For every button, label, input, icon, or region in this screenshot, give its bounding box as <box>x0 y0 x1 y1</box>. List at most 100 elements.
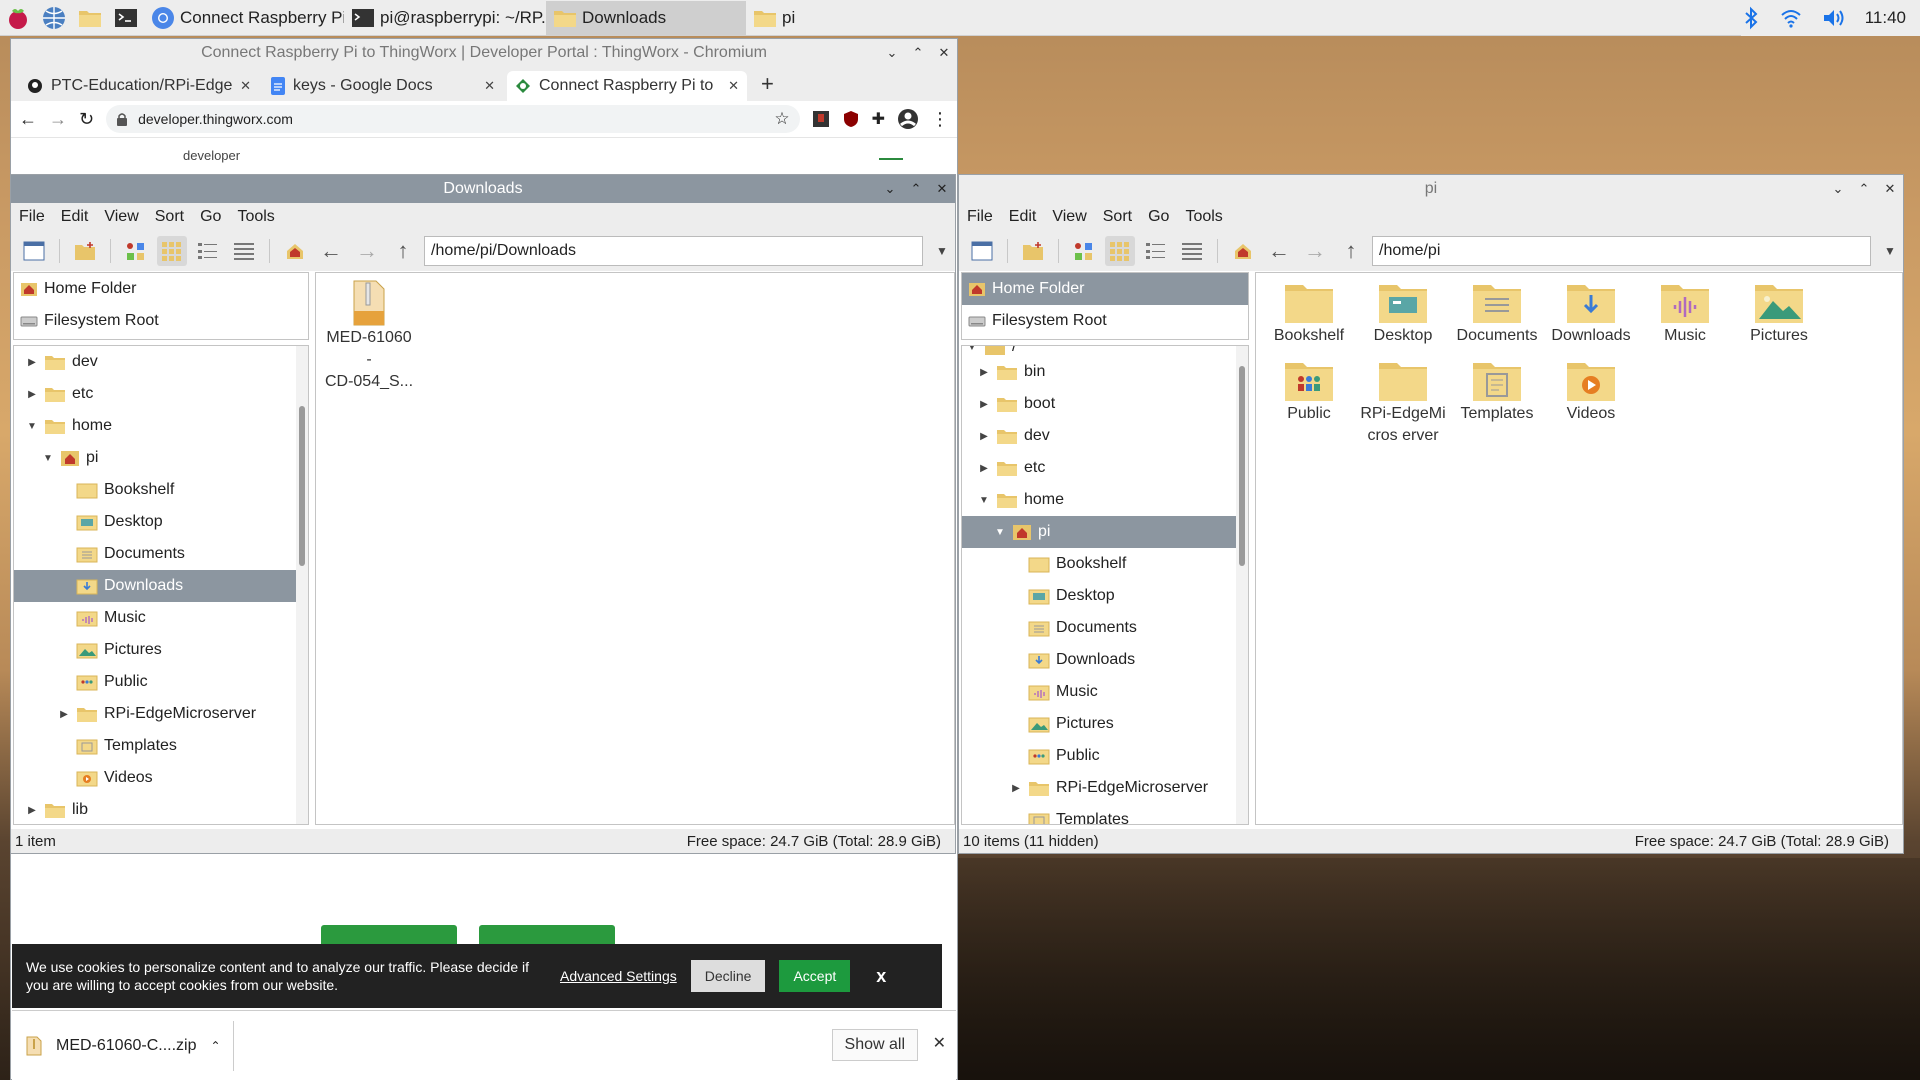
tab-thingworx[interactable]: Connect Raspberry Pi to ✕ <box>507 71 747 101</box>
tree-item-documents[interactable]: Documents <box>14 538 308 570</box>
back-arrow-icon[interactable]: ← <box>1264 236 1294 266</box>
thumbnail-view-icon[interactable] <box>1105 236 1135 266</box>
tree-item-home[interactable]: ▼ home <box>14 410 308 442</box>
ublock-icon[interactable] <box>842 110 860 128</box>
place-home-folder[interactable]: Home Folder <box>962 273 1248 305</box>
task-chromium[interactable]: Connect Raspberry Pi... <box>144 1 344 35</box>
minimize-button[interactable]: ⌄ <box>883 181 897 197</box>
place-filesystem-root[interactable]: Filesystem Root <box>14 305 308 337</box>
task-downloads[interactable]: Downloads <box>546 0 746 35</box>
wifi-icon[interactable] <box>1779 6 1803 30</box>
place-home-folder[interactable]: Home Folder <box>14 273 308 305</box>
raspberry-menu-icon[interactable] <box>0 0 36 36</box>
chrome-menu-icon[interactable]: ⋮ <box>931 109 949 130</box>
tree-item-rpi-edgemicroserver[interactable]: ▶ RPi-EdgeMicroserver <box>14 698 308 730</box>
chevron-up-icon[interactable]: ⌃ <box>211 1039 221 1053</box>
advanced-settings-link[interactable]: Advanced Settings <box>560 968 677 984</box>
file-bookshelf[interactable]: Bookshelf <box>1264 279 1354 347</box>
new-window-icon[interactable] <box>19 236 49 266</box>
bluetooth-icon[interactable] <box>1741 6 1761 30</box>
up-arrow-icon[interactable]: ↑ <box>388 236 418 266</box>
forward-icon[interactable]: → <box>49 109 67 130</box>
tree-item-downloads[interactable]: Downloads <box>14 570 308 602</box>
tree-item-home[interactable]: ▼ home <box>962 484 1248 516</box>
file-desktop[interactable]: Desktop <box>1358 279 1448 347</box>
tree-item-documents[interactable]: Documents <box>962 612 1248 644</box>
home-icon[interactable] <box>280 236 310 266</box>
tree-item-desktop[interactable]: Desktop <box>962 580 1248 612</box>
tree-item-boot[interactable]: ▶ boot <box>962 388 1248 420</box>
tree-item-bookshelf[interactable]: Bookshelf <box>14 474 308 506</box>
menu-sort[interactable]: Sort <box>1103 208 1132 226</box>
tree-item-lib[interactable]: ▶ lib <box>14 794 308 824</box>
tab-close-icon[interactable]: ✕ <box>484 78 495 94</box>
cookie-close-button[interactable]: x <box>876 966 886 987</box>
extensions-puzzle-icon[interactable]: ✚ <box>872 109 885 129</box>
clock[interactable]: 11:40 <box>1865 8 1906 28</box>
close-button[interactable]: ✕ <box>1883 181 1897 197</box>
file-public[interactable]: Public <box>1264 357 1354 425</box>
tree-item-public[interactable]: Public <box>14 666 308 698</box>
tree-item-rpi-edgemicroserver[interactable]: ▶ RPi-EdgeMicroserver <box>962 772 1248 804</box>
volume-icon[interactable] <box>1821 6 1847 30</box>
fm-titlebar[interactable]: Downloads ⌄ ⌃ ✕ <box>11 175 955 203</box>
icon-view-icon[interactable] <box>121 236 151 266</box>
tree-item-etc[interactable]: ▶ etc <box>962 452 1248 484</box>
tab-github[interactable]: PTC-Education/RPi-Edge ✕ <box>19 71 259 101</box>
menu-go[interactable]: Go <box>200 208 221 226</box>
page-next-button[interactable] <box>479 925 615 945</box>
minimize-button[interactable]: ⌄ <box>885 45 899 61</box>
tree-item-videos[interactable]: Videos <box>14 762 308 794</box>
file-downloads[interactable]: Downloads <box>1546 279 1636 347</box>
file-documents[interactable]: Documents <box>1452 279 1542 347</box>
file-music[interactable]: Music <box>1640 279 1730 347</box>
menu-view[interactable]: View <box>1052 208 1086 226</box>
menu-tools[interactable]: Tools <box>1185 208 1222 226</box>
maximize-button[interactable]: ⌃ <box>909 181 923 197</box>
tree-item-pictures[interactable]: Pictures <box>962 708 1248 740</box>
thumbnail-view-icon[interactable] <box>157 236 187 266</box>
new-window-icon[interactable] <box>967 236 997 266</box>
forward-arrow-icon[interactable]: → <box>1300 236 1330 266</box>
maximize-button[interactable]: ⌃ <box>911 45 925 61</box>
icon-view-icon[interactable] <box>1069 236 1099 266</box>
terminal-launcher-icon[interactable] <box>108 0 144 36</box>
menu-go[interactable]: Go <box>1148 208 1169 226</box>
home-icon[interactable] <box>1228 236 1258 266</box>
file-pictures[interactable]: Pictures <box>1734 279 1824 347</box>
tree-item-root[interactable]: ▼ / <box>962 346 1248 356</box>
tree-item-pi[interactable]: ▼ pi <box>14 442 308 474</box>
bookmark-star-icon[interactable]: ☆ <box>774 109 789 129</box>
path-input[interactable]: /home/pi/Downloads <box>424 236 923 266</box>
path-dropdown-icon[interactable]: ▼ <box>929 244 955 258</box>
menu-edit[interactable]: Edit <box>1009 208 1037 226</box>
lock-icon[interactable] <box>116 112 128 126</box>
back-icon[interactable]: ← <box>19 109 37 130</box>
tree-item-music[interactable]: Music <box>962 676 1248 708</box>
decline-button[interactable]: Decline <box>690 960 766 992</box>
forward-arrow-icon[interactable]: → <box>352 236 382 266</box>
up-arrow-icon[interactable]: ↑ <box>1336 236 1366 266</box>
tree-item-desktop[interactable]: Desktop <box>14 506 308 538</box>
tree-item-bin[interactable]: ▶ bin <box>962 356 1248 388</box>
detailed-list-view-icon[interactable] <box>1177 236 1207 266</box>
close-button[interactable]: ✕ <box>937 45 951 61</box>
tree-item-bookshelf[interactable]: Bookshelf <box>962 548 1248 580</box>
extension-icon[interactable] <box>812 110 830 128</box>
address-bar[interactable]: developer.thingworx.com ☆ <box>106 105 800 133</box>
detailed-list-view-icon[interactable] <box>229 236 259 266</box>
back-arrow-icon[interactable]: ← <box>316 236 346 266</box>
tab-google-docs[interactable]: keys - Google Docs ✕ <box>263 71 503 101</box>
tree-item-templates[interactable]: Templates <box>14 730 308 762</box>
tree-item-music[interactable]: Music <box>14 602 308 634</box>
maximize-button[interactable]: ⌃ <box>1857 181 1871 197</box>
accept-button[interactable]: Accept <box>779 960 851 992</box>
file-rpi-edgemicroserver[interactable]: RPi-EdgeMicros erver <box>1358 357 1448 447</box>
menu-view[interactable]: View <box>104 208 138 226</box>
path-dropdown-icon[interactable]: ▼ <box>1877 244 1903 258</box>
reload-icon[interactable]: ↻ <box>79 109 94 130</box>
new-folder-icon[interactable] <box>70 236 100 266</box>
browser-launcher-icon[interactable] <box>36 0 72 36</box>
new-folder-icon[interactable] <box>1018 236 1048 266</box>
tree-scrollbar[interactable] <box>296 346 308 824</box>
